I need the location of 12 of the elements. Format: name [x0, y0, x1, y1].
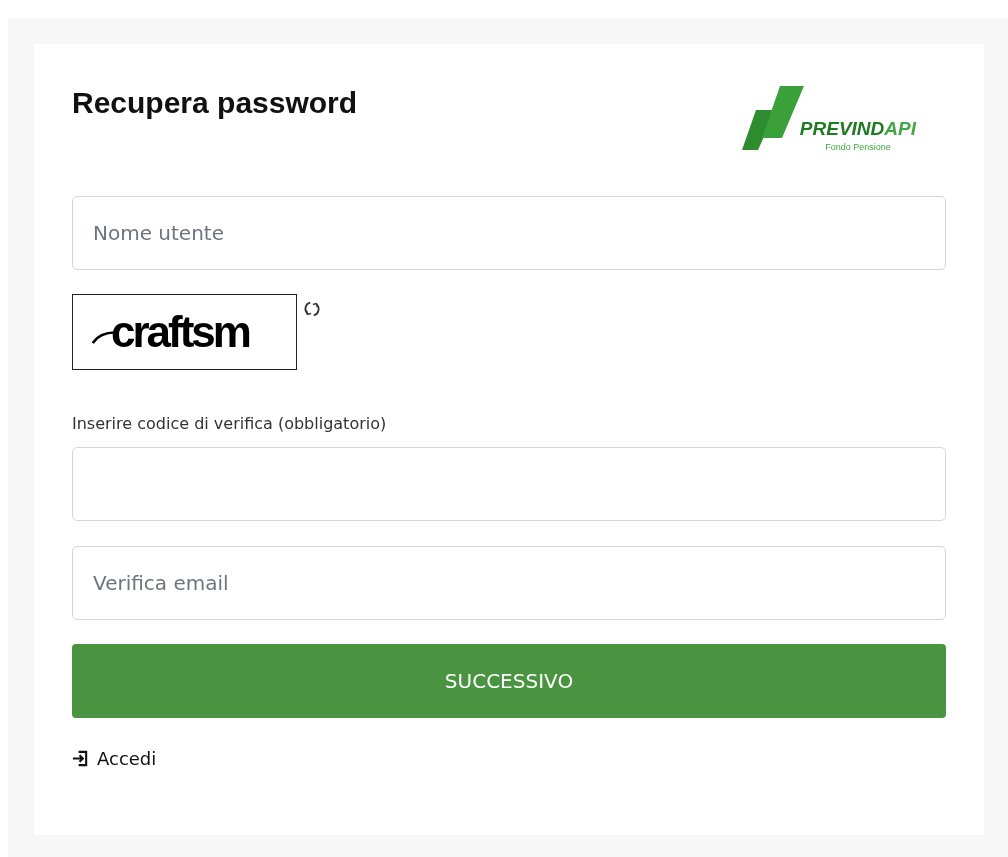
- brand-name: PREVINDAPI: [799, 118, 916, 140]
- login-link[interactable]: Accedi: [72, 748, 157, 769]
- captcha-image: craftsm: [72, 294, 297, 370]
- username-field[interactable]: Nome utente: [72, 196, 946, 270]
- verification-label: Inserire codice di verifica (obbligatorio): [72, 414, 388, 433]
- verification-field[interactable]: [72, 447, 946, 521]
- login-icon: [72, 750, 89, 767]
- refresh-icon[interactable]: [303, 300, 321, 318]
- page-title: Recupera password: [72, 86, 358, 120]
- submit-button[interactable]: SUCCESSIVO: [72, 644, 946, 718]
- brand-tagline: Fondo Pensione: [825, 142, 891, 152]
- email-field[interactable]: Verifica email: [72, 546, 946, 620]
